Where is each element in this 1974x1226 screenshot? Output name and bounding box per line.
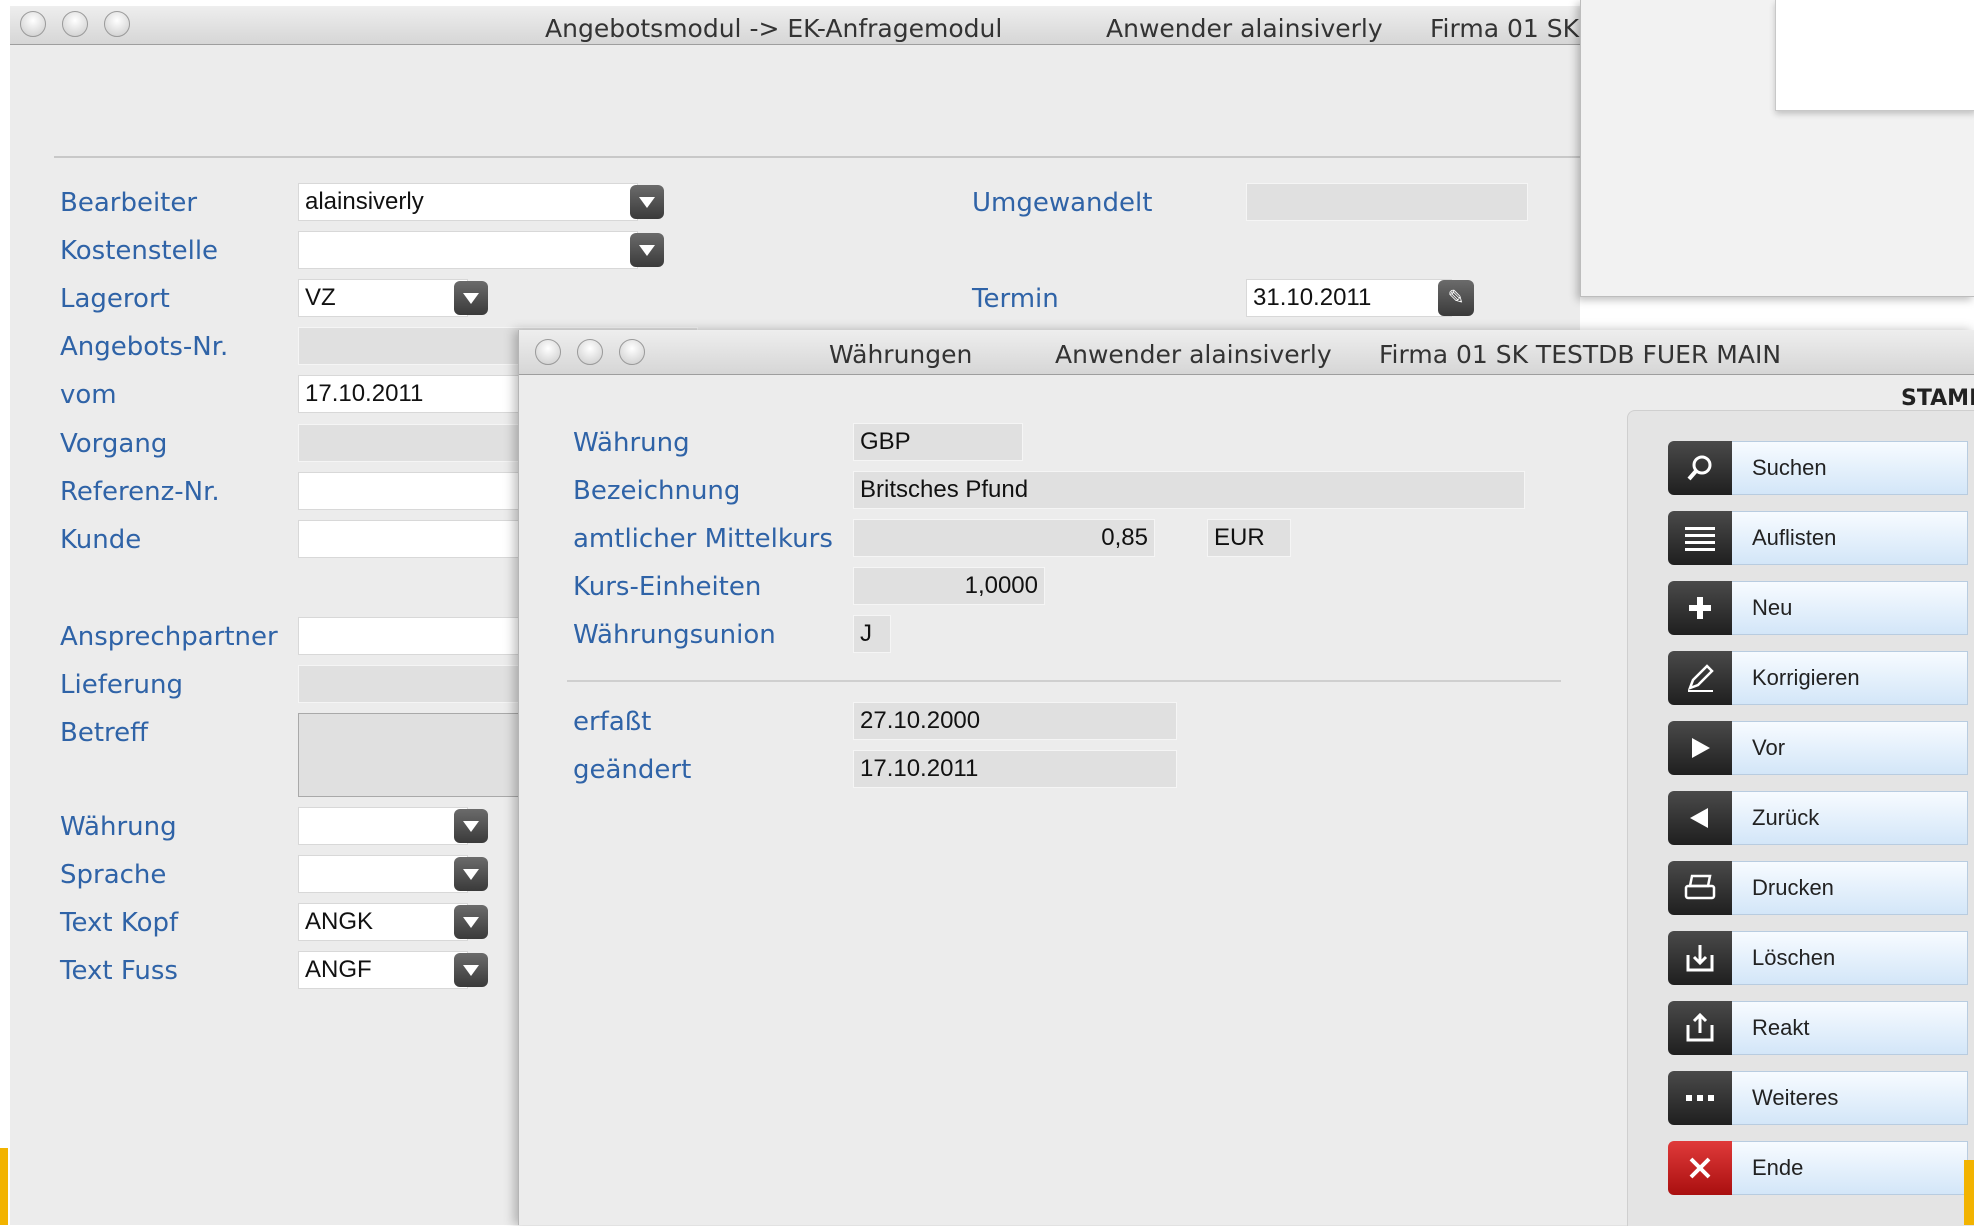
header-divider (54, 156, 1584, 158)
window-firm: Firma 01 SK (1430, 14, 1579, 43)
play-left-icon (1668, 791, 1732, 845)
minimize-window-button[interactable] (62, 11, 88, 37)
currency-window: Währungen Anwender alainsiverly Firma 01… (518, 330, 1974, 1226)
label-geaendert: geändert (573, 755, 692, 785)
window-user: Anwender alainsiverly (1106, 14, 1383, 43)
loeschen-button[interactable]: Löschen (1668, 931, 1968, 985)
label-mittelkurs: amtlicher Mittelkurs (573, 524, 833, 554)
label-kostenstelle: Kostenstelle (60, 236, 219, 266)
kurs-einheiten-field[interactable]: 1,0000 (853, 567, 1045, 605)
background-window (1580, 0, 1974, 297)
label-angebots-nr: Angebots-Nr. (60, 332, 229, 362)
label-lieferung: Lieferung (60, 670, 184, 700)
text-fuss-dropdown-icon[interactable] (454, 953, 488, 987)
bearbeiter-dropdown-icon[interactable] (630, 185, 664, 219)
waehrung-dropdown-icon[interactable] (454, 809, 488, 843)
upload-tray-icon (1668, 1001, 1732, 1055)
label-waehrung-code: Währung (573, 428, 690, 458)
waehrung-select[interactable] (298, 807, 468, 845)
label-text-fuss: Text Fuss (60, 956, 178, 986)
more-dots-icon (1668, 1071, 1732, 1125)
drucken-button[interactable]: Drucken (1668, 861, 1968, 915)
close-currency-window-button[interactable] (535, 339, 561, 365)
label-umgewandelt: Umgewandelt (972, 188, 1153, 218)
zoom-window-button[interactable] (104, 11, 130, 37)
suchen-button[interactable]: Suchen (1668, 441, 1968, 495)
kostenstelle-select[interactable] (298, 231, 638, 269)
label-sprache: Sprache (60, 860, 167, 890)
kostenstelle-dropdown-icon[interactable] (630, 233, 664, 267)
zurueck-button[interactable]: Zurück (1668, 791, 1968, 845)
mittelkurs-unit: EUR (1207, 519, 1291, 557)
currency-window-user: Anwender alainsiverly (1055, 340, 1332, 369)
sprache-dropdown-icon[interactable] (454, 857, 488, 891)
ende-button[interactable]: Ende (1668, 1141, 1968, 1195)
weiteres-button[interactable]: Weiteres (1668, 1071, 1968, 1125)
vor-button[interactable]: Vor (1668, 721, 1968, 775)
lagerort-select[interactable]: VZ (298, 279, 468, 317)
neu-button[interactable]: Neu (1668, 581, 1968, 635)
text-kopf-select[interactable]: ANGK (298, 903, 468, 941)
play-right-icon (1668, 721, 1732, 775)
label-text-kopf: Text Kopf (60, 908, 179, 938)
fields-divider (567, 680, 1561, 682)
erfasst-field: 27.10.2000 (853, 702, 1177, 740)
korrigieren-button[interactable]: Korrigieren (1668, 651, 1968, 705)
button-panel: Suchen Auflisten Neu Korrigieren Vor Zur… (1627, 410, 1974, 1226)
label-referenz-nr: Referenz-Nr. (60, 477, 220, 507)
label-waehrung: Währung (60, 812, 177, 842)
label-waehrungsunion: Währungsunion (573, 620, 776, 650)
label-kurs-einheiten: Kurs-Einheiten (573, 572, 762, 602)
printer-icon (1668, 861, 1732, 915)
label-lagerort: Lagerort (60, 284, 170, 314)
bearbeiter-select[interactable]: alainsiverly (298, 183, 638, 221)
label-vorgang: Vorgang (60, 429, 168, 459)
label-bearbeiter: Bearbeiter (60, 188, 198, 218)
text-kopf-dropdown-icon[interactable] (454, 905, 488, 939)
waehrung-code-field[interactable]: GBP (853, 423, 1023, 461)
umgewandelt-field (1246, 183, 1528, 221)
currency-window-firm: Firma 01 SK TESTDB FUER MAIN (1379, 340, 1782, 369)
label-termin: Termin (972, 284, 1059, 314)
label-bezeichnung: Bezeichnung (573, 476, 741, 506)
section-header: STAMI (1901, 386, 1974, 411)
label-erfasst: erfaßt (573, 707, 652, 737)
label-betreff: Betreff (60, 718, 149, 748)
waehrungsunion-field[interactable]: J (853, 615, 891, 653)
pencil-icon (1668, 651, 1732, 705)
edge-mark-right (1964, 1160, 1974, 1225)
minimize-currency-window-button[interactable] (577, 339, 603, 365)
auflisten-button[interactable]: Auflisten (1668, 511, 1968, 565)
calendar-icon[interactable]: ✎ (1438, 280, 1474, 316)
list-icon (1668, 511, 1732, 565)
currency-window-titlebar: Währungen Anwender alainsiverly Firma 01… (519, 330, 1974, 375)
close-window-button[interactable] (20, 11, 46, 37)
download-tray-icon (1668, 931, 1732, 985)
geaendert-field: 17.10.2011 (853, 750, 1177, 788)
bezeichnung-field[interactable]: Britsches Pfund (853, 471, 1525, 509)
currency-window-title: Währungen (829, 340, 973, 369)
label-kunde: Kunde (60, 525, 142, 555)
plus-icon (1668, 581, 1732, 635)
main-window-titlebar: Angebotsmodul -> EK-Anfragemodul Anwende… (10, 6, 1580, 45)
close-x-icon (1668, 1141, 1732, 1195)
background-window-panel (1775, 0, 1974, 111)
reakt-button[interactable]: Reakt (1668, 1001, 1968, 1055)
mittelkurs-field[interactable]: 0,85 (853, 519, 1155, 557)
text-fuss-select[interactable]: ANGF (298, 951, 468, 989)
sprache-select[interactable] (298, 855, 468, 893)
window-title: Angebotsmodul -> EK-Anfragemodul (545, 14, 1003, 43)
label-ansprechpartner: Ansprechpartner (60, 622, 278, 652)
termin-field[interactable]: 31.10.2011 (1246, 279, 1452, 317)
zoom-currency-window-button[interactable] (619, 339, 645, 365)
label-vom: vom (60, 380, 117, 410)
lagerort-dropdown-icon[interactable] (454, 281, 488, 315)
search-icon (1668, 441, 1732, 495)
edge-mark-left (0, 1148, 8, 1225)
